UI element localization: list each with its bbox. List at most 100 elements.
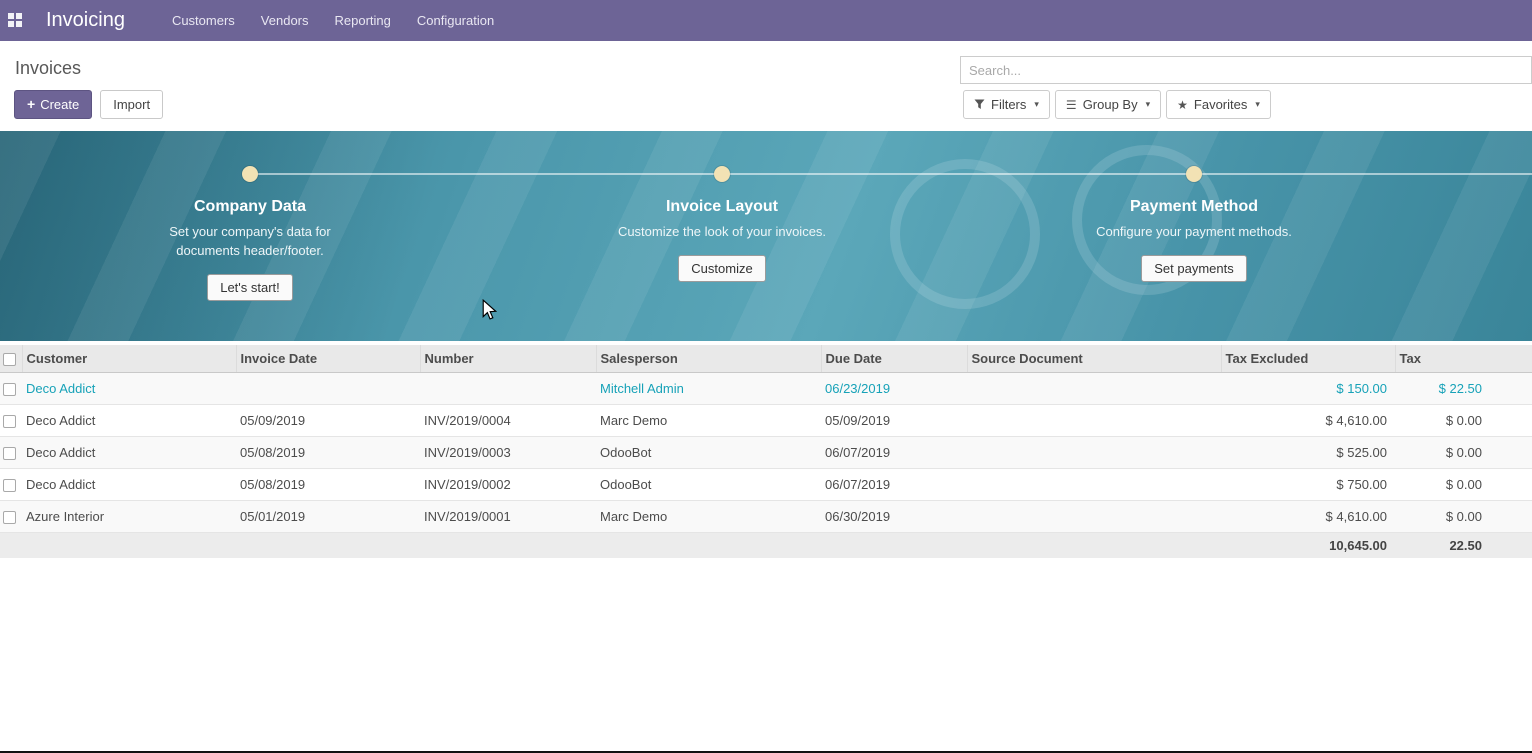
invoice-row[interactable]: Deco Addict 05/09/2019 INV/2019/0004 Mar… (0, 405, 1532, 437)
cell-salesperson: Marc Demo (596, 501, 821, 533)
caret-down-icon: ▾ (1255, 99, 1260, 110)
row-checkbox[interactable] (3, 511, 16, 524)
column-header-number[interactable]: Number (420, 345, 596, 373)
cell-salesperson: Mitchell Admin (596, 373, 821, 405)
filters-button-label: Filters (991, 97, 1026, 112)
cell-tax: $ 0.00 (1395, 501, 1532, 533)
search-input[interactable] (960, 56, 1532, 84)
grid-square (8, 13, 14, 19)
favorites-button[interactable]: ★ Favorites ▾ (1166, 90, 1271, 119)
cell-invoice-date: 05/08/2019 (236, 437, 420, 469)
column-header-invoice-date[interactable]: Invoice Date (236, 345, 420, 373)
row-checkbox[interactable] (3, 415, 16, 428)
cell-customer: Azure Interior (22, 501, 236, 533)
cell-customer: Deco Addict (22, 437, 236, 469)
step-title: Company Data (100, 198, 400, 216)
cell-customer: Deco Addict (22, 373, 236, 405)
plus-icon: + (27, 98, 35, 111)
cell-tax: $ 0.00 (1395, 437, 1532, 469)
column-header-salesperson[interactable]: Salesperson (596, 345, 821, 373)
total-tax: 22.50 (1395, 533, 1532, 558)
select-all-header (0, 345, 22, 373)
control-panel: Invoices + Create Import Filters ▾ ☰ Gro… (0, 41, 1532, 131)
row-checkbox[interactable] (3, 479, 16, 492)
step-description: Set your company's data for documents he… (145, 223, 355, 261)
nav-menu: Customers Vendors Reporting Configuratio… (159, 0, 507, 41)
grid-square (16, 13, 22, 19)
cell-due-date: 06/23/2019 (821, 373, 967, 405)
cell-number: INV/2019/0002 (420, 469, 596, 501)
lets-start-button[interactable]: Let's start! (207, 274, 293, 301)
nav-item-reporting[interactable]: Reporting (322, 0, 404, 41)
cell-number (420, 373, 596, 405)
invoice-row[interactable]: Deco Addict 05/08/2019 INV/2019/0002 Odo… (0, 469, 1532, 501)
cell-tax: $ 0.00 (1395, 469, 1532, 501)
step-dot (714, 166, 730, 182)
cell-source-document (967, 373, 1221, 405)
invoices-table: Customer Invoice Date Number Salesperson… (0, 345, 1532, 558)
cell-source-document (967, 501, 1221, 533)
column-header-tax[interactable]: Tax (1395, 345, 1532, 373)
column-header-due-date[interactable]: Due Date (821, 345, 967, 373)
group-by-icon: ☰ (1066, 99, 1077, 111)
cell-tax-excluded: $ 4,610.00 (1221, 405, 1395, 437)
cell-source-document (967, 437, 1221, 469)
total-tax-excluded: 10,645.00 (1221, 533, 1395, 558)
grid-square (16, 21, 22, 27)
apps-menu-icon[interactable] (8, 13, 23, 28)
cell-tax-excluded: $ 750.00 (1221, 469, 1395, 501)
group-by-button[interactable]: ☰ Group By ▾ (1055, 90, 1161, 119)
invoice-row[interactable]: Deco Addict Mitchell Admin 06/23/2019 $ … (0, 373, 1532, 405)
nav-item-vendors[interactable]: Vendors (248, 0, 322, 41)
cell-due-date: 05/09/2019 (821, 405, 967, 437)
column-header-customer[interactable]: Customer (22, 345, 236, 373)
column-header-tax-excluded[interactable]: Tax Excluded (1221, 345, 1395, 373)
set-payments-button[interactable]: Set payments (1141, 255, 1247, 282)
cell-salesperson: OdooBot (596, 437, 821, 469)
cell-invoice-date: 05/09/2019 (236, 405, 420, 437)
cell-invoice-date: 05/08/2019 (236, 469, 420, 501)
filters-button[interactable]: Filters ▾ (963, 90, 1050, 119)
step-description: Configure your payment methods. (1089, 223, 1299, 242)
filter-funnel-icon (974, 99, 985, 110)
cell-tax-excluded: $ 4,610.00 (1221, 501, 1395, 533)
cell-tax-excluded: $ 525.00 (1221, 437, 1395, 469)
create-button[interactable]: + Create (14, 90, 92, 119)
nav-item-configuration[interactable]: Configuration (404, 0, 507, 41)
cell-checkbox (0, 437, 22, 469)
import-button-label: Import (113, 97, 150, 112)
caret-down-icon: ▾ (1146, 99, 1151, 110)
cell-tax: $ 22.50 (1395, 373, 1532, 405)
app-name[interactable]: Invoicing (46, 9, 125, 32)
column-header-source-document[interactable]: Source Document (967, 345, 1221, 373)
cell-invoice-date (236, 373, 420, 405)
cell-due-date: 06/07/2019 (821, 437, 967, 469)
group-by-button-label: Group By (1083, 97, 1138, 112)
cell-due-date: 06/30/2019 (821, 501, 967, 533)
import-button[interactable]: Import (100, 90, 163, 119)
cell-salesperson: OdooBot (596, 469, 821, 501)
nav-item-customers[interactable]: Customers (159, 0, 248, 41)
search-filter-buttons: Filters ▾ ☰ Group By ▾ ★ Favorites ▾ (963, 90, 1271, 119)
cell-checkbox (0, 373, 22, 405)
invoice-row[interactable]: Azure Interior 05/01/2019 INV/2019/0001 … (0, 501, 1532, 533)
table-footer-row: 10,645.00 22.50 (0, 533, 1532, 558)
cell-salesperson: Marc Demo (596, 405, 821, 437)
caret-down-icon: ▾ (1034, 99, 1039, 110)
cell-customer: Deco Addict (22, 405, 236, 437)
step-description: Customize the look of your invoices. (617, 223, 827, 242)
step-dot (242, 166, 258, 182)
onboarding-banner: Company Data Set your company's data for… (0, 131, 1532, 341)
cell-checkbox (0, 405, 22, 437)
cell-due-date: 06/07/2019 (821, 469, 967, 501)
onboarding-step-invoice-layout: Invoice Layout Customize the look of you… (572, 166, 872, 282)
cell-tax: $ 0.00 (1395, 405, 1532, 437)
customize-button[interactable]: Customize (678, 255, 765, 282)
cell-checkbox (0, 469, 22, 501)
select-all-checkbox[interactable] (3, 353, 16, 366)
invoice-row[interactable]: Deco Addict 05/08/2019 INV/2019/0003 Odo… (0, 437, 1532, 469)
cell-source-document (967, 405, 1221, 437)
row-checkbox[interactable] (3, 447, 16, 460)
row-checkbox[interactable] (3, 383, 16, 396)
banner-decoration (890, 159, 1040, 309)
